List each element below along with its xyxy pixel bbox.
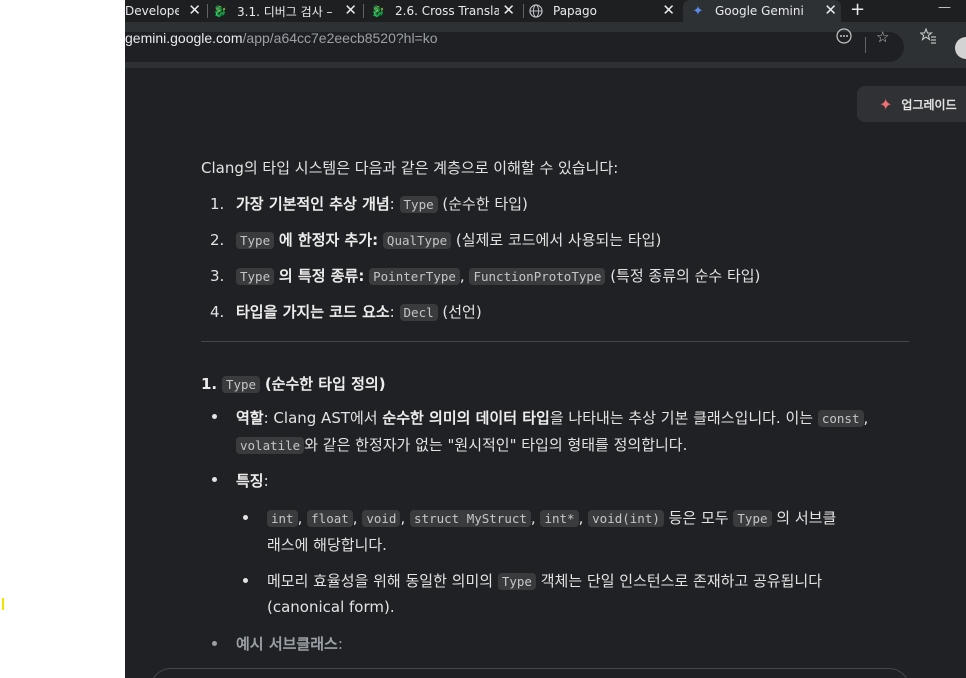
sub-item-1-cont: 래스에 해당합니다. [267, 536, 387, 554]
sub-item-1: int, float, void, struct MyStruct, int*,… [267, 507, 836, 528]
example-label: 예시 서브클래스: [236, 635, 343, 653]
new-tab-button[interactable]: + [850, 0, 865, 20]
llvm-dragon-icon: 🐉 [371, 4, 385, 18]
tab-label: 3.1. 디버그 검사 – [237, 4, 333, 19]
gemini-spark-icon: ✦ [692, 3, 704, 19]
close-icon[interactable]: ✕ [662, 2, 675, 19]
tab-papago[interactable]: Papago ✕ [529, 0, 679, 22]
divider [201, 341, 909, 342]
prompt-input-box[interactable] [150, 668, 910, 678]
bullet [212, 477, 217, 482]
url-path: /app/a64cc7e2eecb8520?hl=ko [242, 30, 438, 46]
role-line-2: volatile 와 같은 한정자가 없는 "원시적인" 타입의 형태를 정의합니… [236, 434, 687, 455]
favorites-icon[interactable] [918, 27, 937, 48]
tab-bar: Develope ✕ 🐉 3.1. 디버그 검사 – ✕ 🐉 2.6. Cros… [125, 0, 966, 22]
close-icon[interactable]: ✕ [502, 2, 515, 19]
tab-google-gemini[interactable]: ✦ Google Gemini ✕ [683, 0, 841, 22]
role-line: 역할: Clang AST에서 순수한 의미의 데이터 타입을 나타내는 추상 … [236, 409, 869, 427]
bullet [212, 414, 217, 419]
close-icon[interactable]: ✕ [188, 2, 201, 19]
sub-bullet [243, 515, 248, 520]
bullet [212, 641, 217, 646]
close-icon[interactable]: ✕ [344, 2, 357, 19]
minimize-button[interactable]: — [938, 0, 951, 15]
globe-icon [529, 4, 543, 18]
sub-bullet [243, 578, 248, 583]
llvm-dragon-icon: 🐉 [213, 4, 227, 18]
bookmark-star-icon[interactable]: ☆ [876, 28, 889, 46]
tab-debug-check[interactable]: 🐉 3.1. 디버그 검사 – ✕ [213, 0, 361, 22]
tab-cross-translation[interactable]: 🐉 2.6. Cross Translati ✕ [371, 0, 519, 22]
list-item: 2. Type 에 한정자 추가: QualType (실제로 코드에서 사용되는… [210, 231, 662, 249]
list-item: 3. Type 의 특정 종류: PointerType, FunctionPro… [210, 267, 761, 285]
sub-item-2: 메모리 효율성을 위해 동일한 의미의 Type 객체는 단일 인스턴스로 존재… [267, 572, 823, 590]
tab-label: Papago [553, 4, 597, 18]
response-content: Clang의 타입 시스템은 다음과 같은 계층으로 이해할 수 있습니다: 1… [125, 68, 966, 678]
list-item: 4. 타입을 가지는 코드 요소: Decl (선언) [210, 303, 482, 321]
tab-developer[interactable]: Develope ✕ [125, 0, 205, 22]
browser-window: Develope ✕ 🐉 3.1. 디버그 검사 – ✕ 🐉 2.6. Cros… [125, 0, 966, 678]
section-heading: 1. Type (순수한 타입 정의) [201, 375, 386, 393]
more-options-icon[interactable] [836, 28, 852, 48]
intro-text: Clang의 타입 시스템은 다음과 같은 계층으로 이해할 수 있습니다: [201, 159, 619, 177]
feature-label: 특징: [236, 472, 269, 490]
list-item: 1. 가장 기본적인 추상 개념: Type (순수한 타입) [210, 195, 528, 213]
tab-label: 2.6. Cross Translati [395, 4, 499, 18]
url-text[interactable]: gemini.google.com/app/a64cc7e2eecb8520?h… [125, 30, 438, 46]
yellow-marker [2, 598, 4, 610]
tab-label: Develope [125, 4, 179, 18]
url-host: gemini.google.com [125, 30, 243, 46]
sub-item-2-cont: (canonical form). [267, 598, 395, 616]
close-icon[interactable]: ✕ [824, 2, 837, 19]
tab-label: Google Gemini [715, 4, 804, 18]
